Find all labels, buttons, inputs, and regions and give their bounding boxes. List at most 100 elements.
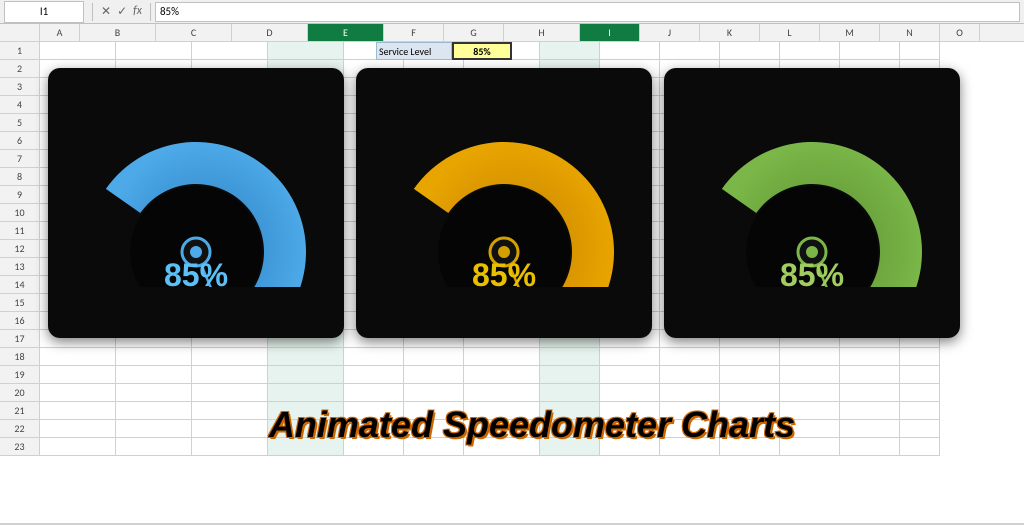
col-header-m[interactable]: M <box>820 24 880 41</box>
cell-E19[interactable] <box>268 366 344 384</box>
row-header-7[interactable]: 7 <box>0 150 40 168</box>
formula-input[interactable]: 85% <box>155 2 1020 22</box>
row-header-21[interactable]: 21 <box>0 402 40 420</box>
cell-D19[interactable] <box>192 366 268 384</box>
cell-B20[interactable] <box>40 384 116 402</box>
cell-J18[interactable] <box>600 348 660 366</box>
cell-L20[interactable] <box>720 384 780 402</box>
col-header-j[interactable]: J <box>640 24 700 41</box>
col-header-c[interactable]: C <box>156 24 232 41</box>
col-header-b[interactable]: B <box>80 24 156 41</box>
cell-E20[interactable] <box>268 384 344 402</box>
cell-D1[interactable] <box>192 42 268 60</box>
cell-I18[interactable] <box>540 348 600 366</box>
col-header-o[interactable]: O <box>940 24 980 41</box>
cell-D20[interactable] <box>192 384 268 402</box>
cell-G18[interactable] <box>404 348 464 366</box>
row-header-22[interactable]: 22 <box>0 420 40 438</box>
cell-K1[interactable] <box>660 42 720 60</box>
cell-M19[interactable] <box>780 366 840 384</box>
row-header-13[interactable]: 13 <box>0 258 40 276</box>
row-header-11[interactable]: 11 <box>0 222 40 240</box>
cell-J1[interactable] <box>600 42 660 60</box>
col-header-a[interactable]: A <box>40 24 80 41</box>
cell-H18[interactable] <box>464 348 540 366</box>
row-header-18[interactable]: 18 <box>0 348 40 366</box>
cell-C18[interactable] <box>116 348 192 366</box>
cell-I1[interactable] <box>540 42 600 60</box>
cell-O1[interactable] <box>900 42 940 60</box>
cell-F19[interactable] <box>344 366 404 384</box>
row-header-6[interactable]: 6 <box>0 132 40 150</box>
cell-F20[interactable] <box>344 384 404 402</box>
cell-G20[interactable] <box>404 384 464 402</box>
cell-L19[interactable] <box>720 366 780 384</box>
cell-I19[interactable] <box>540 366 600 384</box>
row-header-20[interactable]: 20 <box>0 384 40 402</box>
cell-F18[interactable] <box>344 348 404 366</box>
col-header-d[interactable]: D <box>232 24 308 41</box>
col-header-n[interactable]: N <box>880 24 940 41</box>
row-header-8[interactable]: 8 <box>0 168 40 186</box>
service-level-label-cell[interactable]: Service Level <box>376 42 452 60</box>
row-header-14[interactable]: 14 <box>0 276 40 294</box>
cell-N18[interactable] <box>840 348 900 366</box>
row-header-5[interactable]: 5 <box>0 114 40 132</box>
row-header-4[interactable]: 4 <box>0 96 40 114</box>
cell-B18[interactable] <box>40 348 116 366</box>
col-header-i[interactable]: I <box>580 24 640 41</box>
cell-M1[interactable] <box>780 42 840 60</box>
cell-C19[interactable] <box>116 366 192 384</box>
row-header-16[interactable]: 16 <box>0 312 40 330</box>
cell-J19[interactable] <box>600 366 660 384</box>
cell-K18[interactable] <box>660 348 720 366</box>
col-header-e[interactable]: E <box>308 24 384 41</box>
cell-N19[interactable] <box>840 366 900 384</box>
row-header-3[interactable]: 3 <box>0 78 40 96</box>
service-level-value-cell[interactable]: 85% <box>452 42 512 60</box>
row-header-9[interactable]: 9 <box>0 186 40 204</box>
cell-C20[interactable] <box>116 384 192 402</box>
cell-O18[interactable] <box>900 348 940 366</box>
cell-L18[interactable] <box>720 348 780 366</box>
cell-K19[interactable] <box>660 366 720 384</box>
cell-B19[interactable] <box>40 366 116 384</box>
row-header-15[interactable]: 15 <box>0 294 40 312</box>
cell-O19[interactable] <box>900 366 940 384</box>
cell-O20[interactable] <box>900 384 940 402</box>
cell-M18[interactable] <box>780 348 840 366</box>
cell-B1[interactable] <box>40 42 116 60</box>
cell-L1[interactable] <box>720 42 780 60</box>
row-header-2[interactable]: 2 <box>0 60 40 78</box>
cell-K20[interactable] <box>660 384 720 402</box>
cell-G19[interactable] <box>404 366 464 384</box>
formula-separator <box>92 3 93 21</box>
cell-N20[interactable] <box>840 384 900 402</box>
cell-N1[interactable] <box>840 42 900 60</box>
row-header-10[interactable]: 10 <box>0 204 40 222</box>
name-box[interactable]: I1 <box>4 1 84 23</box>
cell-M20[interactable] <box>780 384 840 402</box>
cell-C1[interactable] <box>116 42 192 60</box>
confirm-icon[interactable]: ✓ <box>117 4 127 19</box>
cell-H20[interactable] <box>464 384 540 402</box>
row-header-12[interactable]: 12 <box>0 240 40 258</box>
cell-E18[interactable] <box>268 348 344 366</box>
cell-J20[interactable] <box>600 384 660 402</box>
row-header-17[interactable]: 17 <box>0 330 40 348</box>
row-header-1[interactable]: 1 <box>0 42 40 60</box>
cell-H19[interactable] <box>464 366 540 384</box>
cell-E1[interactable] <box>268 42 344 60</box>
col-header-g[interactable]: G <box>444 24 504 41</box>
row-headers: 1234567891011121314151617181920212223 <box>0 42 40 456</box>
fx-icon[interactable]: fx <box>133 4 142 19</box>
cancel-icon[interactable]: ✕ <box>101 4 111 19</box>
cell-I20[interactable] <box>540 384 600 402</box>
col-header-f[interactable]: F <box>384 24 444 41</box>
cell-D18[interactable] <box>192 348 268 366</box>
row-header-23[interactable]: 23 <box>0 438 40 456</box>
row-header-19[interactable]: 19 <box>0 366 40 384</box>
col-header-k[interactable]: K <box>700 24 760 41</box>
col-header-l[interactable]: L <box>760 24 820 41</box>
col-header-h[interactable]: H <box>504 24 580 41</box>
